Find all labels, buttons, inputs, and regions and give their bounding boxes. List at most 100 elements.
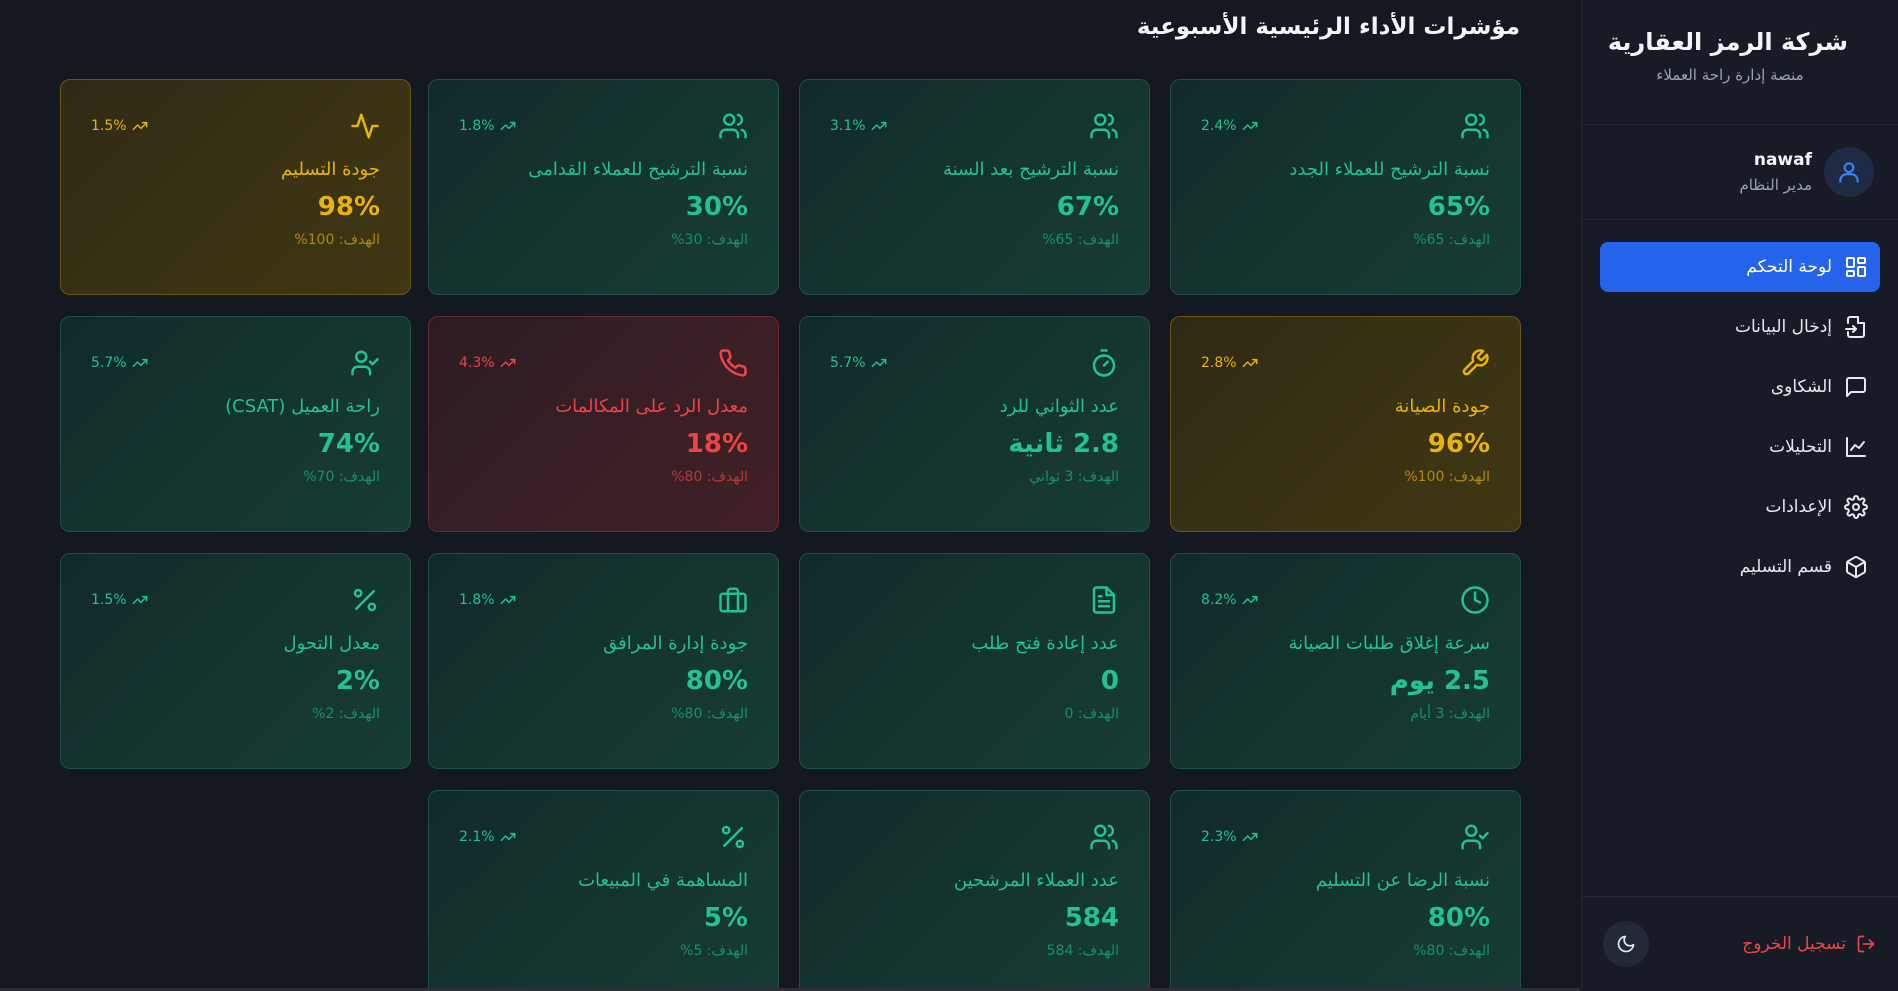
kpi-trend-value: 1.8% <box>459 592 495 608</box>
brand: شركة الرمز العقارية منصة إدارة راحة العم… <box>1582 0 1898 125</box>
kpi-value: 74% <box>317 429 380 459</box>
kpi-trend-value: 5.7% <box>91 355 127 371</box>
kpi-card[interactable]: 4.3% معدل الرد على المكالمات 18% الهدف: 80% <box>428 316 779 532</box>
kpi-label: عدد الثواني للرد <box>999 396 1119 417</box>
sidebar-item-data-entry[interactable]: إدخال البيانات <box>1600 302 1880 352</box>
kpi-label: راحة العميل (CSAT) <box>225 396 380 417</box>
kpi-label: معدل الرد على المكالمات <box>555 396 748 417</box>
clock-icon <box>1461 586 1489 614</box>
kpi-value: 2.5 يوم <box>1389 666 1490 696</box>
kpi-card[interactable]: عدد إعادة فتح طلب 0 الهدف: 0 <box>799 553 1150 769</box>
percent-icon <box>353 588 377 612</box>
kpi-value: 67% <box>1056 192 1119 222</box>
activity-icon <box>351 113 379 139</box>
kpi-target: الهدف: 80% <box>671 706 748 722</box>
sidebar-item-label: إدخال البيانات <box>1735 317 1832 337</box>
kpi-label: معدل التحول <box>283 633 381 654</box>
kpi-card-header: 2.3% <box>1201 821 1490 853</box>
kpi-card-header: 4.3% <box>459 347 748 379</box>
kpi-card[interactable]: 8.2% سرعة إغلاق طلبات الصيانة 2.5 يوم الهدف… <box>1170 553 1521 769</box>
user-profile[interactable]: nawaf مدير النظام <box>1582 125 1898 220</box>
kpi-card[interactable]: عدد العملاء المرشحين 584 الهدف: 584 <box>799 790 1150 991</box>
kpi-card[interactable]: 5.7% راحة العميل (CSAT) 74% الهدف: 70% <box>60 316 411 532</box>
kpi-card-header: 8.2% <box>1201 584 1490 616</box>
kpi-target: الهدف: 65% <box>1413 232 1490 248</box>
kpi-card-header <box>830 821 1119 853</box>
kpi-value: 30% <box>685 192 748 222</box>
kpi-trend: 2.1% <box>459 829 516 845</box>
company-name: شركة الرمز العقارية <box>1607 28 1848 56</box>
kpi-trend: 3.1% <box>830 118 887 134</box>
kpi-value: 18% <box>685 429 748 459</box>
trending-up-icon <box>132 595 147 605</box>
sidebar-item-analytics[interactable]: التحليلات <box>1600 422 1880 472</box>
sidebar-item-settings[interactable]: الإعدادات <box>1600 482 1880 532</box>
trending-up-icon <box>1242 832 1257 842</box>
document-icon <box>1092 586 1116 614</box>
kpi-card[interactable]: 2.1% المساهمة في المبيعات 5% الهدف: 5% <box>428 790 779 991</box>
sidebar-item-complaints[interactable]: الشكاوى <box>1600 362 1880 412</box>
kpi-card-header: 1.8% <box>459 584 748 616</box>
kpi-value: 65% <box>1427 192 1490 222</box>
kpi-target: الهدف: 30% <box>671 232 748 248</box>
kpi-value: 96% <box>1427 429 1490 459</box>
kpi-card[interactable]: 2.8% جودة الصيانة 96% الهدف: 100% <box>1170 316 1521 532</box>
kpi-value: 80% <box>685 666 748 696</box>
percent-icon <box>721 825 745 849</box>
avatar <box>1824 147 1874 197</box>
kpi-target: الهدف: 100% <box>294 232 380 248</box>
gear-icon <box>1844 495 1868 519</box>
kpi-trend-value: 8.2% <box>1201 592 1237 608</box>
kpi-card[interactable]: 3.1% نسبة الترشيح بعد السنة 67% الهدف: 65% <box>799 79 1150 295</box>
file-input-icon <box>1845 316 1865 338</box>
kpi-card-header: 1.8% <box>459 110 748 142</box>
users-icon <box>1090 113 1118 139</box>
kpi-card-header: 5.7% <box>91 347 380 379</box>
message-icon <box>1846 377 1866 397</box>
kpi-card[interactable]: 1.8% نسبة الترشيح للعملاء القدامى 30% الهدف… <box>428 79 779 295</box>
kpi-value: 5% <box>703 903 748 933</box>
sidebar-item-label: الشكاوى <box>1770 377 1832 397</box>
sidebar-item-label: التحليلات <box>1769 437 1832 457</box>
kpi-card-header: 2.1% <box>459 821 748 853</box>
user-role: مدير النظام <box>1739 176 1812 194</box>
kpi-label: جودة الصيانة <box>1394 396 1490 417</box>
moon-icon <box>1617 935 1635 953</box>
kpi-value: 0 <box>1100 666 1119 696</box>
sidebar-item-dashboard[interactable]: لوحة التحكم <box>1600 242 1880 292</box>
sidebar-item-delivery[interactable]: قسم التسليم <box>1600 542 1880 592</box>
logout-button[interactable]: تسجيل الخروج <box>1742 934 1876 954</box>
kpi-card[interactable]: 1.5% جودة التسليم 98% الهدف: 100% <box>60 79 411 295</box>
briefcase-icon <box>719 587 747 613</box>
kpi-label: نسبة الرضا عن التسليم <box>1315 870 1490 891</box>
kpi-card[interactable]: 2.4% نسبة الترشيح للعملاء الجدد 65% الهدف: … <box>1170 79 1521 295</box>
kpi-card[interactable]: 1.5% معدل التحول 2% الهدف: 2% <box>60 553 411 769</box>
kpi-card[interactable]: 5.7% عدد الثواني للرد 2.8 ثانية الهدف: 3 ثو… <box>799 316 1150 532</box>
kpi-trend: 2.8% <box>1201 355 1258 371</box>
kpi-trend-value: 3.1% <box>830 118 866 134</box>
kpi-target: الهدف: 65% <box>1042 232 1119 248</box>
user-icon <box>1839 162 1859 183</box>
kpi-trend: 5.7% <box>830 355 887 371</box>
kpi-card[interactable]: 1.8% جودة إدارة المرافق 80% الهدف: 80% <box>428 553 779 769</box>
platform-subtitle: منصة إدارة راحة العملاء <box>1656 66 1804 84</box>
sidebar-footer: تسجيل الخروج <box>1581 896 1898 991</box>
sidebar: شركة الرمز العقارية منصة إدارة راحة العم… <box>1581 0 1898 991</box>
kpi-label: عدد العملاء المرشحين <box>953 870 1119 891</box>
kpi-value: 80% <box>1427 903 1490 933</box>
trending-up-icon <box>1242 595 1257 605</box>
kpi-card[interactable]: 2.3% نسبة الرضا عن التسليم 80% الهدف: 80% <box>1170 790 1521 991</box>
kpi-card-header: 2.8% <box>1201 347 1490 379</box>
user-check-icon <box>1461 824 1489 850</box>
kpi-trend-value: 2.1% <box>459 829 495 845</box>
trending-up-icon <box>871 121 886 131</box>
theme-toggle-button[interactable] <box>1603 921 1649 967</box>
kpi-card-header: 1.5% <box>91 110 380 142</box>
trending-up-icon <box>500 595 515 605</box>
kpi-card-header: 1.5% <box>91 584 380 616</box>
kpi-target: الهدف: 100% <box>1404 469 1490 485</box>
kpi-value: 2% <box>335 666 380 696</box>
kpi-card-header: 5.7% <box>830 347 1119 379</box>
kpi-label: جودة التسليم <box>281 159 380 180</box>
trending-up-icon <box>500 358 515 368</box>
